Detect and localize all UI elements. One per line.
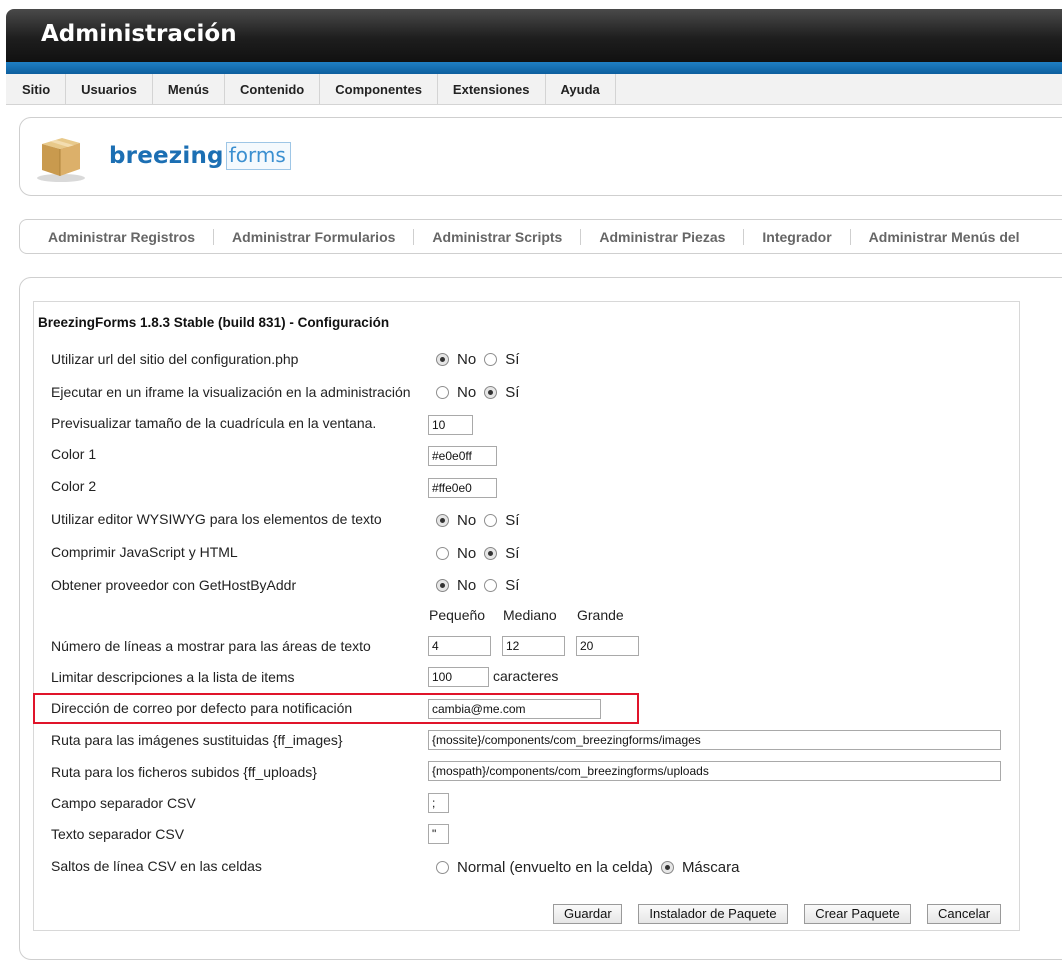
grid-size-input[interactable]: 10	[428, 415, 473, 435]
label-wysiwyg: Utilizar editor WYSIWYG para los element…	[51, 511, 382, 527]
csv-text-input[interactable]: "	[428, 824, 449, 844]
label-compress: Comprimir JavaScript y HTML	[51, 544, 238, 560]
radio-label-yes: Sí	[505, 351, 520, 368]
csv-sep-input[interactable]: ;	[428, 793, 449, 813]
radio-iframe-yes[interactable]	[484, 386, 498, 399]
label-uploads-path: Ruta para los ficheros subidos {ff_uploa…	[51, 764, 317, 780]
subnav-registros[interactable]: Administrar Registros	[30, 228, 215, 245]
component-subnav: Administrar Registros Administrar Formul…	[19, 219, 1062, 254]
label-iframe: Ejecutar en un iframe la visualización e…	[51, 384, 411, 400]
label-csv-text: Texto separador CSV	[51, 826, 185, 842]
package-installer-button[interactable]: Instalador de Paquete	[638, 904, 788, 924]
logo-brand-light: forms	[225, 142, 291, 170]
menu-menus[interactable]: Menús	[153, 74, 225, 105]
menu-contenido[interactable]: Contenido	[225, 74, 321, 105]
config-title: BreezingForms 1.8.3 Stable (build 831) -…	[38, 315, 390, 330]
admin-header: Administración	[6, 9, 1062, 62]
subnav-piezas[interactable]: Administrar Piezas	[581, 228, 745, 245]
color2-input[interactable]: #ffe0e0	[428, 478, 497, 498]
label-gethost: Obtener proveedor con GetHostByAddr	[51, 577, 297, 593]
radio-group-csv-newlines: Normal (envuelto en la celda) Máscara	[436, 859, 747, 876]
menu-componentes[interactable]: Componentes	[320, 74, 438, 105]
subnav-menus[interactable]: Administrar Menús del	[851, 229, 1038, 245]
radio-group-compress: No Sí	[436, 545, 527, 562]
radio-label-mask: Máscara	[681, 859, 740, 876]
label-textarea-lines: Número de líneas a mostrar para las área…	[51, 638, 371, 654]
header-accent-strip	[6, 62, 1062, 74]
label-desc-limit: Limitar descripciones a la lista de item…	[51, 669, 295, 685]
col-head-small: Pequeño	[429, 607, 486, 623]
radio-wysiwyg-no[interactable]	[436, 514, 449, 527]
radio-group-iframe: No Sí	[436, 384, 527, 401]
package-box-icon	[36, 130, 86, 182]
textarea-lines-small-input[interactable]: 4	[428, 636, 491, 656]
save-button[interactable]: Guardar	[553, 904, 622, 924]
radio-csv-mask[interactable]	[660, 861, 674, 874]
label-grid-size: Previsualizar tamaño de la cuadrícula en…	[51, 415, 377, 431]
radio-use-url-no[interactable]	[436, 353, 449, 366]
images-path-input[interactable]: {mossite}/components/com_breezingforms/i…	[428, 730, 1001, 750]
radio-compress-yes[interactable]	[484, 547, 498, 560]
breezingforms-logo: breezing forms	[109, 138, 291, 174]
radio-label-normal: Normal (envuelto en la celda)	[457, 859, 653, 876]
radio-use-url-yes[interactable]	[484, 353, 498, 366]
radio-label-no: No	[457, 512, 477, 529]
subnav-scripts[interactable]: Administrar Scripts	[414, 228, 582, 245]
col-head-large: Grande	[577, 607, 624, 623]
label-images-path: Ruta para las imágenes sustituidas {ff_i…	[51, 732, 343, 748]
radio-compress-no[interactable]	[436, 547, 449, 560]
radio-group-use-url: No Sí	[436, 351, 527, 368]
desc-limit-input[interactable]: 100	[428, 667, 489, 687]
menu-sitio[interactable]: Sitio	[6, 74, 67, 105]
desc-limit-suffix: caracteres	[493, 668, 559, 684]
radio-group-gethost: No Sí	[436, 577, 527, 594]
radio-label-no: No	[457, 545, 477, 562]
subnav-integrador[interactable]: Integrador	[744, 228, 851, 245]
radio-label-yes: Sí	[505, 512, 520, 529]
page-title: Administración	[41, 21, 237, 47]
radio-label-no: No	[457, 577, 477, 594]
radio-label-yes: Sí	[505, 545, 520, 562]
label-email: Dirección de correo por defecto para not…	[51, 700, 353, 716]
radio-label-yes: Sí	[505, 577, 520, 594]
subnav-formularios[interactable]: Administrar Formularios	[214, 228, 415, 245]
radio-iframe-no[interactable]	[436, 386, 449, 399]
radio-csv-normal[interactable]	[436, 861, 449, 874]
radio-wysiwyg-yes[interactable]	[484, 514, 498, 527]
label-csv-sep: Campo separador CSV	[51, 795, 196, 811]
menu-ayuda[interactable]: Ayuda	[546, 74, 616, 105]
label-csv-newlines: Saltos de línea CSV en las celdas	[51, 858, 262, 874]
label-color2: Color 2	[51, 478, 97, 494]
menu-extensiones[interactable]: Extensiones	[438, 74, 546, 105]
label-color1: Color 1	[51, 446, 97, 462]
textarea-lines-large-input[interactable]: 20	[576, 636, 639, 656]
radio-gethost-yes[interactable]	[484, 579, 498, 592]
label-use-url: Utilizar url del sitio del configuration…	[51, 351, 299, 367]
menu-usuarios[interactable]: Usuarios	[66, 74, 153, 105]
radio-group-wysiwyg: No Sí	[436, 512, 527, 529]
logo-panel: breezing forms	[19, 117, 1062, 196]
cancel-button[interactable]: Cancelar	[927, 904, 1001, 924]
uploads-path-input[interactable]: {mospath}/components/com_breezingforms/u…	[428, 761, 1001, 781]
email-input[interactable]: cambia@me.com	[428, 699, 601, 719]
radio-gethost-no[interactable]	[436, 579, 449, 592]
textarea-lines-medium-input[interactable]: 12	[502, 636, 565, 656]
color1-input[interactable]: #e0e0ff	[428, 446, 497, 466]
radio-label-no: No	[457, 384, 477, 401]
main-menubar: Sitio Usuarios Menús Contenido Component…	[6, 74, 1062, 105]
create-package-button[interactable]: Crear Paquete	[804, 904, 911, 924]
logo-brand-bold: breezing	[109, 143, 224, 169]
col-head-medium: Mediano	[503, 607, 557, 623]
radio-label-no: No	[457, 351, 477, 368]
radio-label-yes: Sí	[505, 384, 520, 401]
